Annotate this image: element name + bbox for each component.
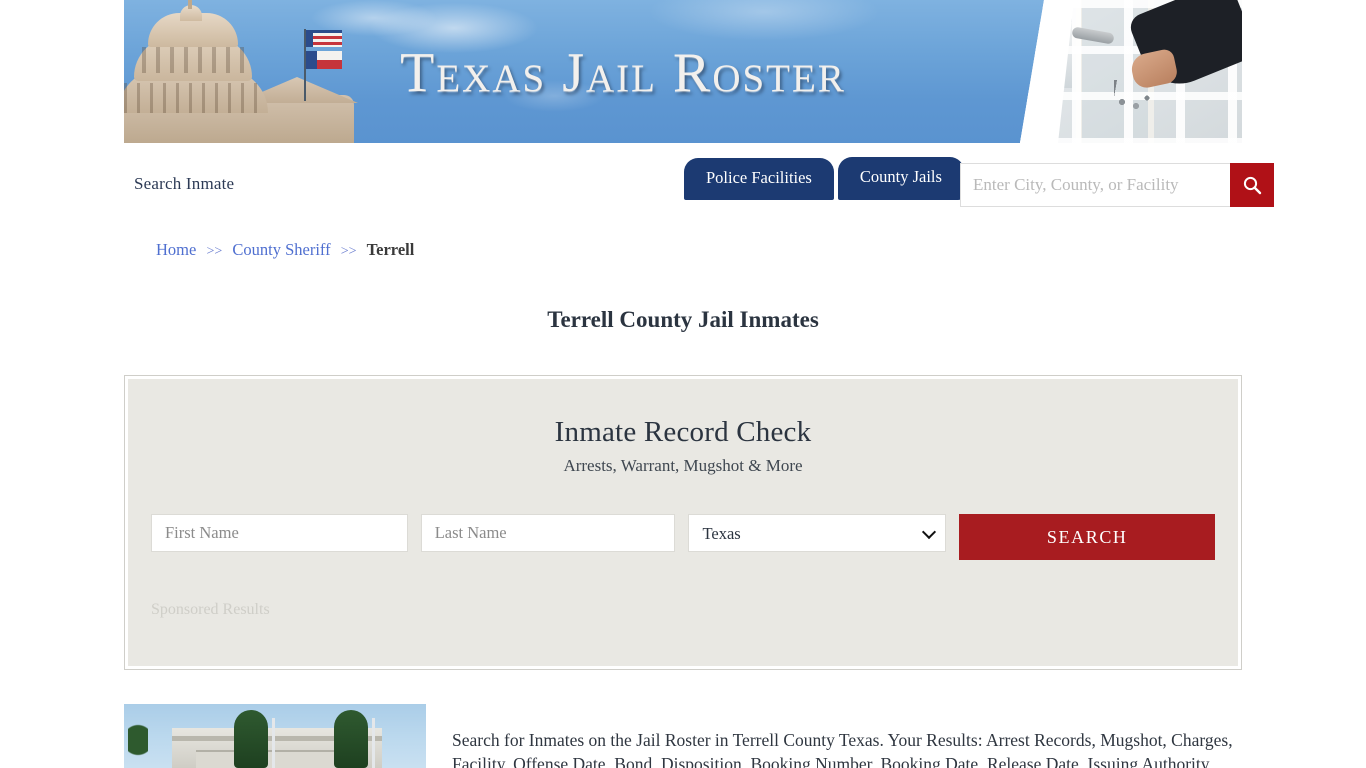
breadcrumb-separator: >>	[206, 244, 223, 259]
panel-subheading: Arrests, Warrant, Mugshot & More	[563, 456, 803, 475]
banner-title: Texas Jail Roster	[400, 42, 846, 104]
breadcrumb-separator: >>	[340, 244, 357, 259]
page-description: Search for Inmates on the Jail Roster in…	[452, 729, 1233, 768]
inmate-record-check-panel: Inmate Record Check Arrests, Warrant, Mu…	[124, 375, 1242, 670]
site-label: Search Inmate	[134, 174, 235, 193]
breadcrumb-current: Terrell	[366, 240, 415, 259]
inmate-search-form: Texas SEARCH	[151, 514, 1215, 560]
search-submit-button[interactable]	[1230, 163, 1274, 207]
facility-search-input[interactable]	[960, 163, 1230, 207]
panel-heading: Inmate Record Check	[554, 416, 812, 448]
tab-county-jails[interactable]: County Jails	[837, 157, 964, 200]
sponsored-results-label: Sponsored Results	[151, 601, 270, 618]
page-title: Terrell County Jail Inmates	[547, 307, 819, 333]
tab-police-facilities[interactable]: Police Facilities	[684, 158, 834, 200]
inmate-search-button[interactable]: SEARCH	[959, 514, 1215, 560]
nav-tabs: Police Facilities County Jails	[684, 157, 964, 200]
page-root: Texas Jail Roster Search Inmate Police F…	[0, 0, 1366, 768]
site-banner: Texas Jail Roster	[124, 0, 1242, 143]
last-name-input[interactable]	[420, 514, 676, 552]
jail-building-thumbnail[interactable]	[124, 704, 426, 768]
breadcrumb-home[interactable]: Home	[156, 240, 196, 259]
state-select[interactable]: Texas	[688, 514, 947, 552]
header-nav: Search Inmate Police Facilities County J…	[124, 143, 1274, 221]
first-name-input[interactable]	[151, 514, 408, 552]
breadcrumb: Home >> County Sheriff >> Terrell	[156, 240, 414, 260]
header-search	[960, 163, 1274, 207]
search-icon	[1243, 176, 1262, 195]
breadcrumb-county-sheriff[interactable]: County Sheriff	[232, 240, 330, 259]
state-select-wrapper: Texas	[688, 514, 947, 552]
